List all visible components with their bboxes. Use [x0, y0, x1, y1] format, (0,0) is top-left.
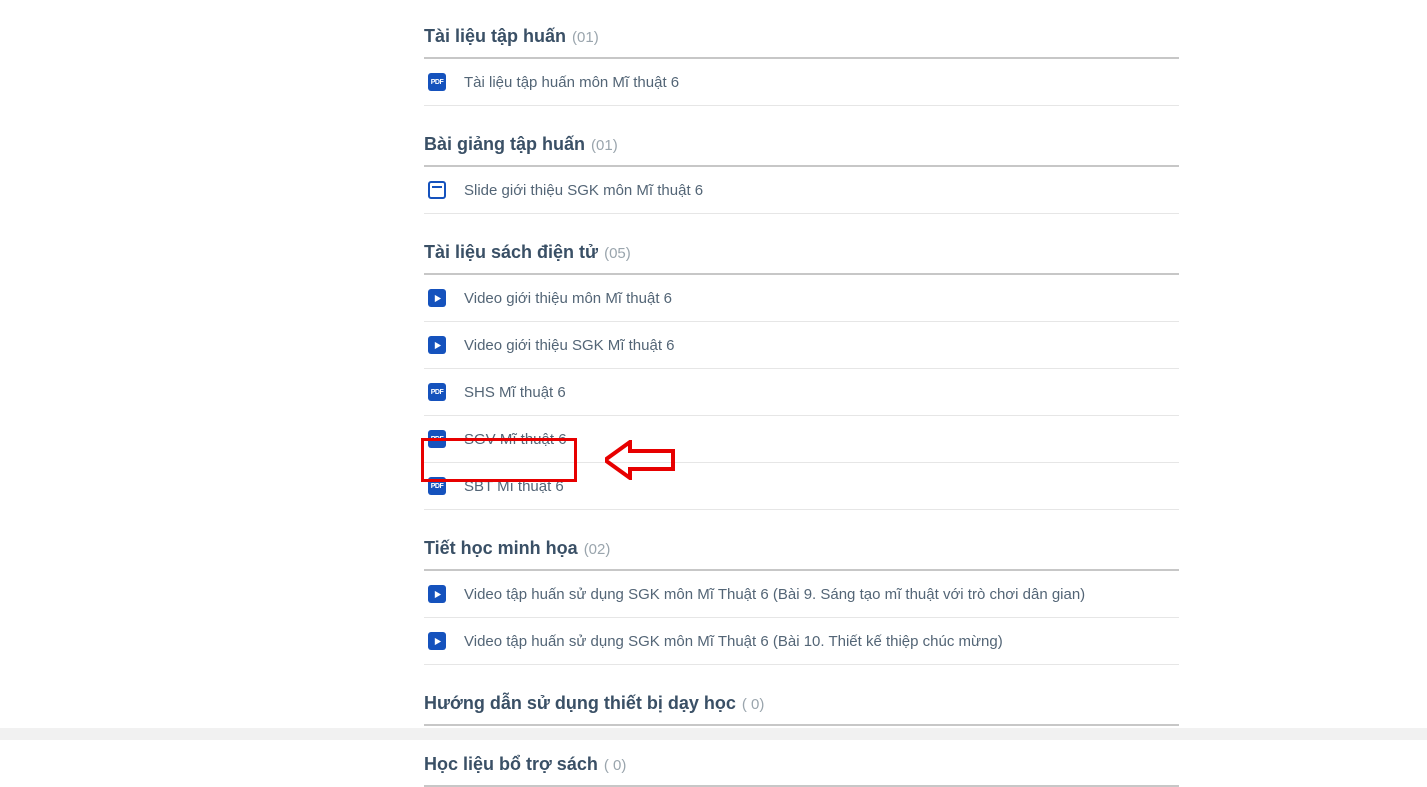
section-title: Hướng dẫn sử dụng thiết bị dạy học ( 0)	[424, 693, 1179, 726]
list-item[interactable]: PDF SGV Mĩ thuật 6	[424, 416, 1179, 463]
section-count: (02)	[584, 541, 611, 558]
section-s5: Hướng dẫn sử dụng thiết bị dạy học ( 0)	[424, 693, 1179, 726]
video-icon	[428, 632, 446, 650]
section-title-text: Bài giảng tập huấn	[424, 134, 585, 155]
section-s4: Tiết học minh họa (02) Video tập huấn sử d…	[424, 538, 1179, 665]
video-icon	[428, 336, 446, 354]
pdf-icon: PDF	[428, 430, 446, 448]
pdf-icon: PDF	[428, 477, 446, 495]
pdf-icon: PDF	[428, 383, 446, 401]
section-count: (01)	[572, 29, 599, 46]
pdf-icon: PDF	[428, 73, 446, 91]
item-label: SHS Mĩ thuật 6	[464, 384, 566, 401]
section-title-text: Học liệu bổ trợ sách	[424, 754, 598, 775]
section-title: Bài giảng tập huấn (01)	[424, 134, 1179, 167]
item-label: Slide giới thiệu SGK môn Mĩ thuật 6	[464, 182, 703, 199]
section-count: (01)	[591, 137, 618, 154]
list-item[interactable]: PDF Tài liệu tập huấn môn Mĩ thuật 6	[424, 59, 1179, 106]
section-title: Tiết học minh họa (02)	[424, 538, 1179, 571]
section-title-text: Tiết học minh họa	[424, 538, 578, 559]
video-icon	[428, 289, 446, 307]
section-count: ( 0)	[742, 696, 765, 713]
section-s1: Tài liệu tập huấn (01) PDF Tài liệu tập huấ…	[424, 26, 1179, 106]
section-title-text: Hướng dẫn sử dụng thiết bị dạy học	[424, 693, 736, 714]
bottom-bar	[0, 728, 1427, 740]
item-label: Video tập huấn sử dụng SGK môn Mĩ Thuật …	[464, 586, 1085, 603]
document-list: Tài liệu tập huấn (01) PDF Tài liệu tập huấ…	[424, 0, 1179, 787]
item-label: Video giới thiệu môn Mĩ thuật 6	[464, 290, 672, 307]
item-label: SGV Mĩ thuật 6	[464, 431, 567, 448]
video-icon	[428, 585, 446, 603]
section-title: Tài liệu tập huấn (01)	[424, 26, 1179, 59]
item-label: Video giới thiệu SGK Mĩ thuật 6	[464, 337, 675, 354]
list-item[interactable]: Video giới thiệu môn Mĩ thuật 6	[424, 275, 1179, 322]
section-title-text: Tài liệu tập huấn	[424, 26, 566, 47]
section-count: (05)	[604, 245, 631, 262]
list-item[interactable]: Video tập huấn sử dụng SGK môn Mĩ Thuật …	[424, 571, 1179, 618]
item-label: Tài liệu tập huấn môn Mĩ thuật 6	[464, 74, 679, 91]
section-s6: Học liệu bổ trợ sách ( 0)	[424, 754, 1179, 787]
section-s2: Bài giảng tập huấn (01) Slide giới thiệu S…	[424, 134, 1179, 214]
section-s3: Tài liệu sách điện tử (05) Video giới thiệ…	[424, 242, 1179, 510]
list-item[interactable]: PDF SHS Mĩ thuật 6	[424, 369, 1179, 416]
list-item[interactable]: Slide giới thiệu SGK môn Mĩ thuật 6	[424, 167, 1179, 214]
section-title: Học liệu bổ trợ sách ( 0)	[424, 754, 1179, 787]
item-label: SBT Mĩ thuật 6	[464, 478, 564, 495]
list-item[interactable]: Video giới thiệu SGK Mĩ thuật 6	[424, 322, 1179, 369]
list-item[interactable]: Video tập huấn sử dụng SGK môn Mĩ Thuật …	[424, 618, 1179, 665]
arrow-icon	[605, 440, 675, 480]
item-label: Video tập huấn sử dụng SGK môn Mĩ Thuật …	[464, 633, 1003, 650]
list-item[interactable]: PDF SBT Mĩ thuật 6	[424, 463, 1179, 510]
section-title-text: Tài liệu sách điện tử	[424, 242, 598, 263]
slide-icon	[428, 181, 446, 199]
section-count: ( 0)	[604, 757, 627, 774]
section-title: Tài liệu sách điện tử (05)	[424, 242, 1179, 275]
